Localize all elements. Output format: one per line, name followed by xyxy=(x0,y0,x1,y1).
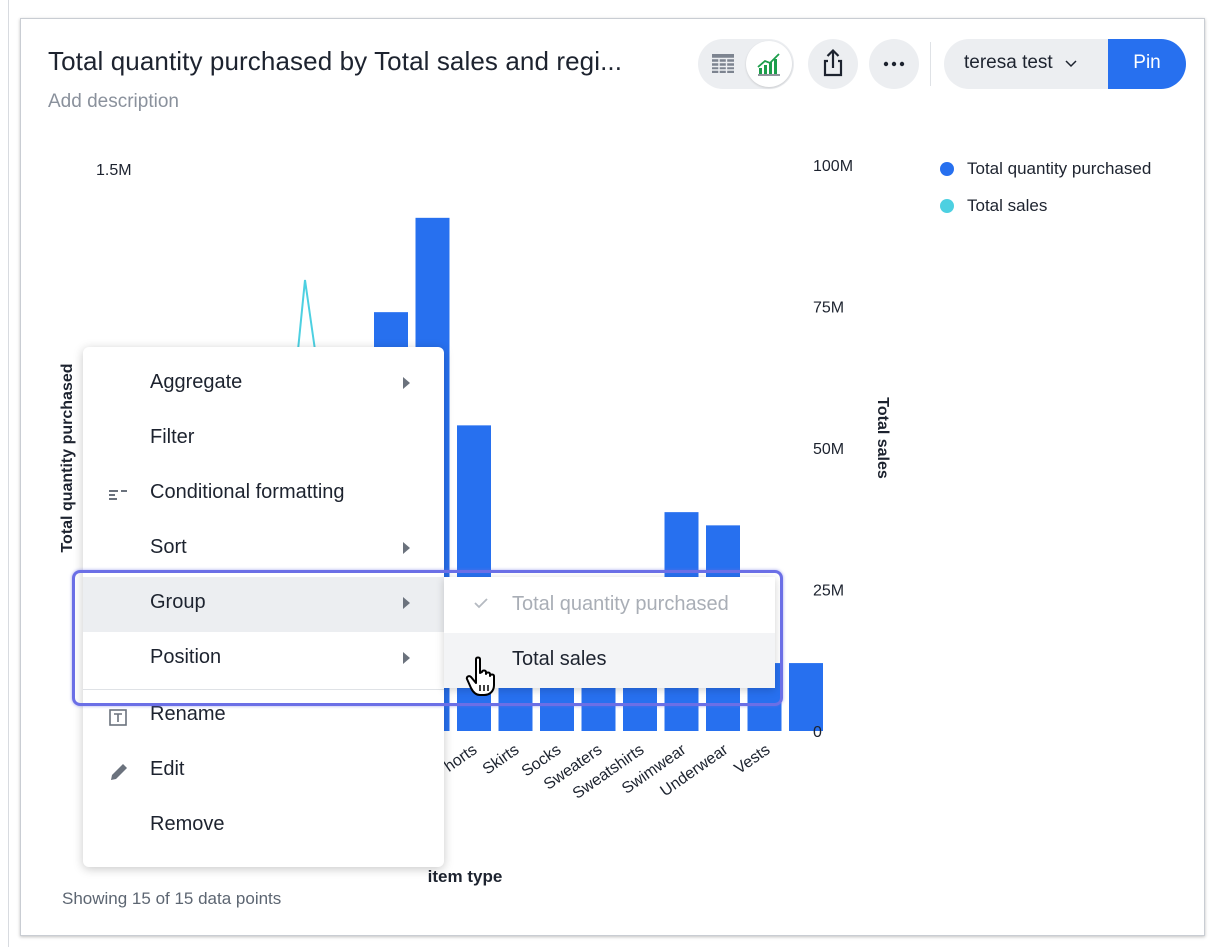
right-axis-label: Total sales xyxy=(874,397,891,479)
submenu-arrow-icon xyxy=(403,597,410,609)
conditional-formatting-icon xyxy=(109,490,127,500)
x-axis-label: item type xyxy=(428,867,503,886)
check-icon xyxy=(474,598,488,609)
submenu-item-label: Total quantity purchased xyxy=(512,593,729,615)
menu-item-group[interactable]: Group xyxy=(83,577,444,632)
menu-item-rename[interactable]: Rename xyxy=(83,689,444,744)
rename-icon xyxy=(109,709,127,726)
menu-item-remove[interactable]: Remove xyxy=(83,799,444,854)
data-points-count: Showing 15 of 15 data points xyxy=(62,889,282,908)
submenu-item-label: Total sales xyxy=(512,648,607,670)
legend-label-quantity: Total quantity purchased xyxy=(967,158,1152,178)
menu-item-label: Group xyxy=(150,591,206,613)
menu-item-sort[interactable]: Sort xyxy=(83,522,444,577)
hand-cursor-icon xyxy=(465,656,495,696)
menu-item-conditional-formatting[interactable]: Conditional formatting xyxy=(83,467,444,522)
submenu-item-total-quantity-purchased[interactable]: Total quantity purchased xyxy=(444,578,775,633)
x-tick-label: Vests xyxy=(731,741,773,777)
bar-quantity-purchased[interactable] xyxy=(789,663,823,731)
chart-legend: Total quantity purchased Total sales xyxy=(940,150,1151,224)
menu-item-filter[interactable]: Filter xyxy=(83,412,444,467)
menu-item-label: Remove xyxy=(150,813,225,835)
legend-item-sales[interactable]: Total sales xyxy=(940,187,1151,224)
menu-item-label: Conditional formatting xyxy=(150,481,345,503)
legend-label-sales: Total sales xyxy=(967,195,1048,215)
submenu-arrow-icon xyxy=(403,652,410,664)
left-axis-label: Total quantity purchased xyxy=(59,363,76,552)
left-tick-1_5m: 1.5M xyxy=(96,162,132,179)
right-axis-tick: 25M xyxy=(813,583,844,600)
menu-item-edit[interactable]: Edit xyxy=(83,744,444,799)
right-axis-ticks: 100M 75M 50M 25M 0 xyxy=(813,158,853,741)
submenu-arrow-icon xyxy=(403,377,410,389)
legend-dot-quantity xyxy=(940,161,954,176)
x-tick-label: horts xyxy=(441,741,480,775)
right-axis-tick: 75M xyxy=(813,300,844,317)
menu-item-label: Aggregate xyxy=(150,371,243,393)
x-tick-labels: horts SkirtsSocksSweatersSweatshirtsSwimw… xyxy=(441,741,773,803)
context-menu: Aggregate Filter Conditional formatting … xyxy=(83,347,444,867)
menu-item-label: Filter xyxy=(150,426,195,448)
menu-item-label: Rename xyxy=(150,703,226,725)
right-axis-tick: 100M xyxy=(813,158,853,175)
legend-dot-sales xyxy=(940,198,954,213)
x-tick-label: Skirts xyxy=(480,741,523,778)
total-sales-line xyxy=(297,279,316,351)
edit-icon xyxy=(111,764,127,780)
menu-item-aggregate[interactable]: Aggregate xyxy=(83,357,444,412)
right-axis-tick: 0 xyxy=(813,724,822,741)
menu-item-label: Edit xyxy=(150,758,185,780)
menu-item-label: Position xyxy=(150,646,222,668)
legend-item-quantity[interactable]: Total quantity purchased xyxy=(940,150,1151,187)
right-axis-tick: 50M xyxy=(813,441,844,458)
submenu-arrow-icon xyxy=(403,542,410,554)
menu-item-position[interactable]: Position xyxy=(83,632,444,687)
menu-item-label: Sort xyxy=(150,536,187,558)
